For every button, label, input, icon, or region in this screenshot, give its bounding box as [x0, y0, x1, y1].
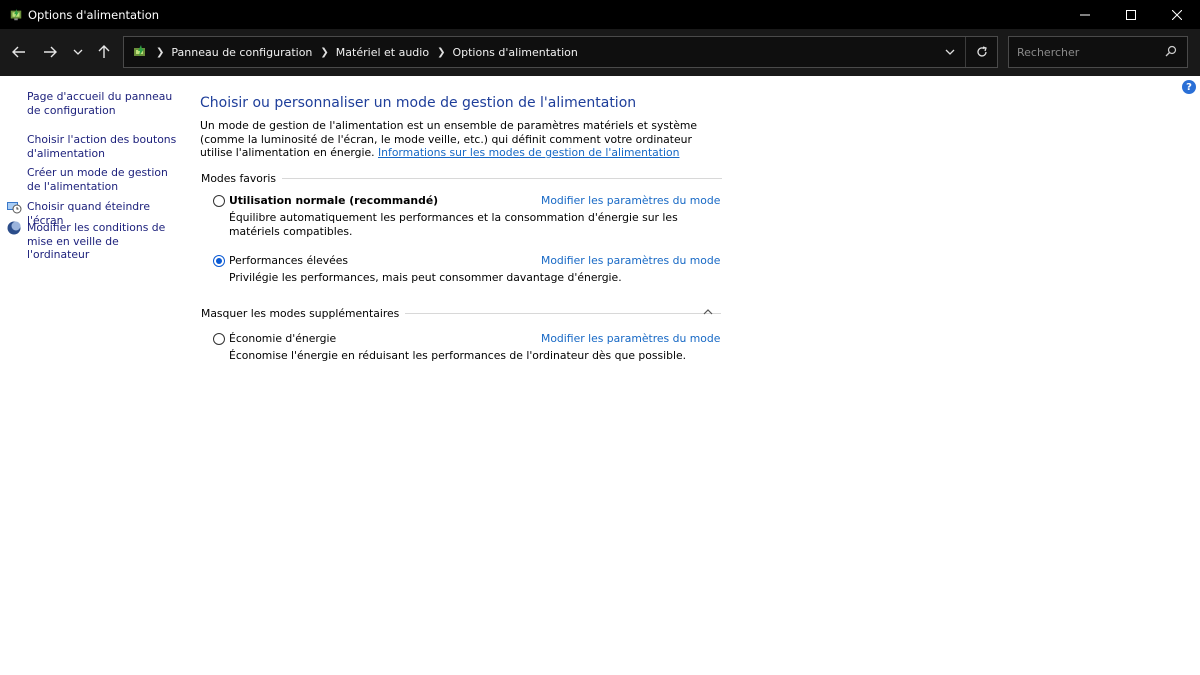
back-button[interactable]: [8, 41, 30, 63]
maximize-icon: [1126, 9, 1136, 20]
plan-balanced-settings-link[interactable]: Modifier les paramètres du mode: [541, 194, 720, 207]
plan-power-saver-radio[interactable]: [213, 333, 225, 345]
chevron-right-icon: ❯: [156, 46, 165, 58]
window-controls: [1062, 0, 1200, 29]
breadcrumb-power-options[interactable]: Options d'alimentation: [452, 46, 577, 59]
close-button[interactable]: [1154, 0, 1200, 29]
plan-balanced-radio[interactable]: [213, 195, 225, 207]
recent-locations-button[interactable]: [67, 41, 89, 63]
plan-power-saver-description: Économise l'énergie en réduisant les per…: [229, 349, 687, 362]
favorites-header-label: Modes favoris: [201, 172, 276, 185]
plan-high-performance-name[interactable]: Performances élevées: [229, 254, 348, 267]
sleep-moon-icon: [7, 221, 21, 235]
forward-button[interactable]: [39, 41, 61, 63]
control-panel-icon: [134, 45, 145, 56]
search-icon[interactable]: [1165, 45, 1177, 57]
divider: [405, 313, 722, 314]
intro-paragraph: Un mode de gestion de l'alimentation est…: [200, 119, 700, 160]
plan-balanced-description: Équilibre automatiquement les performanc…: [229, 211, 678, 238]
search-input[interactable]: [1009, 45, 1159, 59]
chevron-right-icon: ❯: [320, 46, 329, 58]
up-button[interactable]: [93, 41, 115, 63]
plan-high-performance-settings-link[interactable]: Modifier les paramètres du mode: [541, 254, 720, 267]
breadcrumb-hardware-sound[interactable]: Matériel et audio: [336, 46, 429, 59]
divider: [281, 178, 722, 179]
favorites-section-header: Modes favoris: [201, 172, 722, 185]
title-bar: Options d'alimentation: [0, 0, 1200, 29]
arrow-up-icon: [98, 45, 110, 58]
minimize-button[interactable]: [1062, 0, 1108, 29]
link-create-power-plan[interactable]: Créer un mode de gestion de l'alimentati…: [27, 166, 177, 193]
display-schedule-icon: [7, 202, 22, 214]
chevron-down-icon: [945, 49, 955, 55]
chevron-up-icon[interactable]: [703, 309, 713, 315]
left-navigation-pane: Page d'accueil du panneau de configurati…: [0, 76, 185, 675]
arrow-left-icon: [12, 46, 25, 58]
navigation-bar: ❯ Panneau de configuration ❯ Matériel et…: [0, 29, 1200, 76]
link-control-panel-home[interactable]: Page d'accueil du panneau de configurati…: [27, 90, 177, 117]
window-title: Options d'alimentation: [28, 7, 160, 22]
power-options-icon: [10, 8, 22, 20]
minimize-icon: [1080, 14, 1090, 15]
extra-plans-section-header[interactable]: Masquer les modes supplémentaires: [201, 307, 722, 320]
extra-plans-header-label: Masquer les modes supplémentaires: [201, 307, 400, 320]
chevron-down-icon: [73, 49, 83, 55]
link-power-buttons-action[interactable]: Choisir l'action des boutons d'alimentat…: [27, 133, 177, 160]
plan-power-saver-settings-link[interactable]: Modifier les paramètres du mode: [541, 332, 720, 345]
search-box: [1008, 36, 1188, 68]
arrow-right-icon: [44, 46, 57, 58]
plan-power-saver-name[interactable]: Économie d'énergie: [229, 332, 336, 345]
refresh-icon: [976, 46, 987, 57]
plan-balanced-name[interactable]: Utilisation normale (recommandé): [229, 194, 438, 207]
address-history-button[interactable]: [935, 37, 965, 67]
close-icon: [1172, 9, 1182, 20]
help-icon[interactable]: ?: [1182, 80, 1196, 94]
page-title: Choisir ou personnaliser un mode de gest…: [200, 95, 637, 111]
plan-high-performance-radio[interactable]: [213, 255, 225, 267]
maximize-button[interactable]: [1108, 0, 1154, 29]
breadcrumb-control-panel[interactable]: Panneau de configuration: [171, 46, 312, 59]
address-bar[interactable]: ❯ Panneau de configuration ❯ Matériel et…: [123, 36, 998, 68]
plan-high-performance-description: Privilégie les performances, mais peut c…: [229, 271, 622, 284]
power-plans-info-link[interactable]: Informations sur les modes de gestion de…: [378, 146, 679, 159]
link-sleep-settings[interactable]: Modifier les conditions de mise en veill…: [27, 221, 177, 262]
refresh-button[interactable]: [965, 37, 997, 67]
chevron-right-icon: ❯: [437, 46, 446, 58]
